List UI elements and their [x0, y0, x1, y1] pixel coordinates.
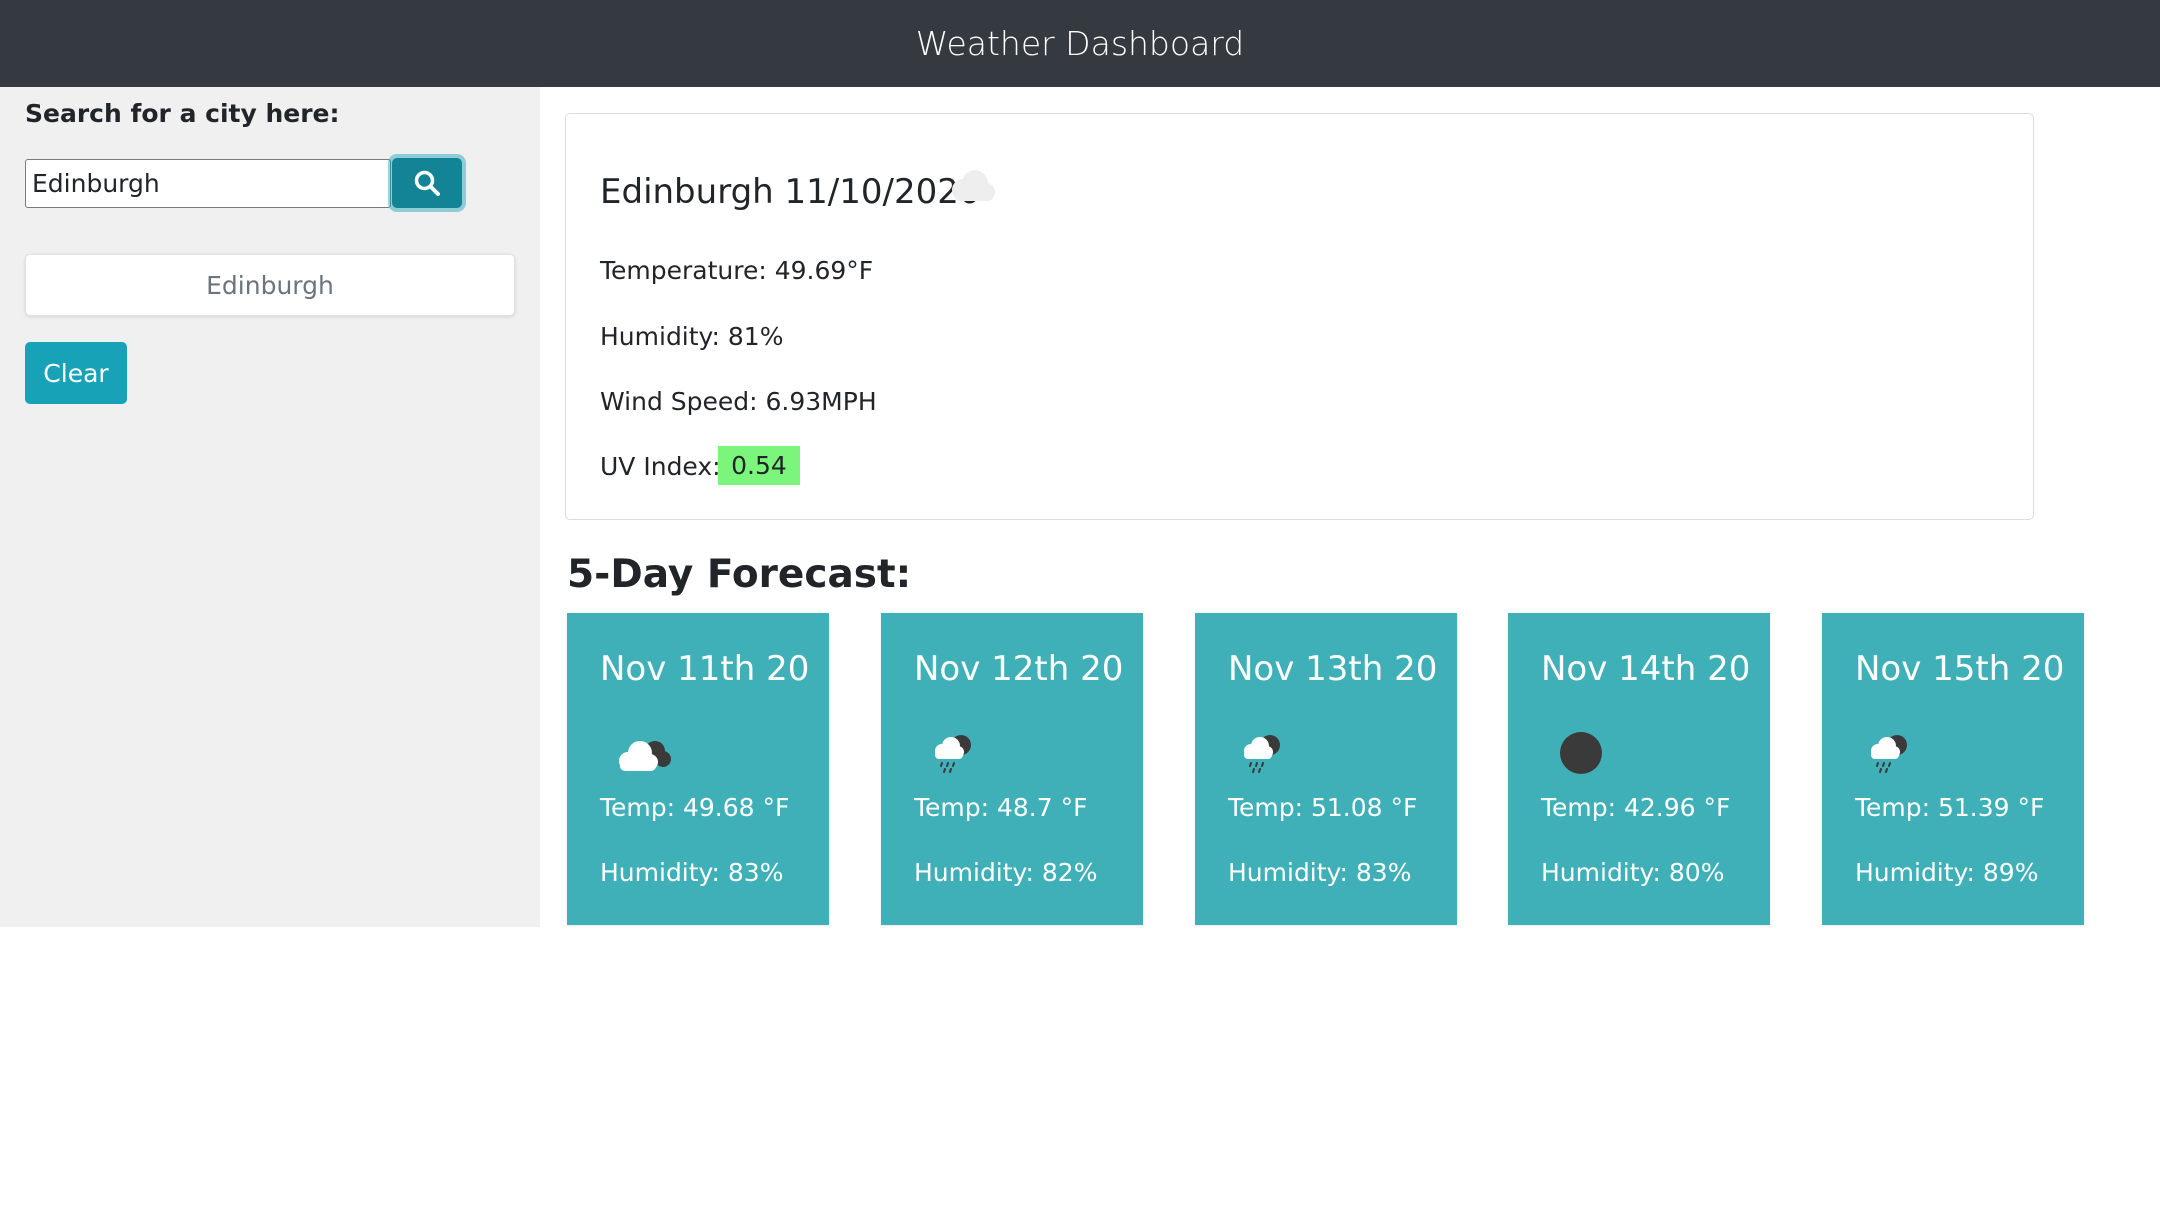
clear-night-icon: [1560, 732, 1602, 774]
search-button[interactable]: [392, 158, 462, 208]
forecast-temp: Temp: 49.68 °F: [600, 793, 790, 822]
search-icon: [414, 170, 440, 196]
navbar: Weather Dashboard: [0, 0, 2160, 87]
current-temperature: Temperature: 49.69°F: [600, 256, 874, 285]
forecast-temp: Temp: 51.39 °F: [1855, 793, 2045, 822]
clear-button[interactable]: Clear: [25, 342, 127, 404]
forecast-humidity: Humidity: 83%: [1228, 858, 1412, 887]
forecast-temp: Temp: 51.08 °F: [1228, 793, 1418, 822]
forecast-temp: Temp: 48.7 °F: [914, 793, 1088, 822]
forecast-card-day-2: Nov 12th 20 Temp: 48.7 °F Humidity: 82%: [881, 613, 1143, 925]
current-humidity: Humidity: 81%: [600, 322, 784, 351]
broken-clouds-icon: [619, 741, 671, 771]
current-weather-card: Edinburgh 11/10/2020 Temperature: 49.69°…: [565, 113, 2034, 520]
forecast-humidity: Humidity: 80%: [1541, 858, 1725, 887]
forecast-humidity: Humidity: 83%: [600, 858, 784, 887]
forecast-date: Nov 14th 20: [1541, 649, 1751, 689]
rain-icon: [1871, 735, 1907, 773]
uv-index-label: UV Index:: [600, 452, 721, 481]
current-city-date: Edinburgh 11/10/2020: [600, 172, 981, 212]
forecast-card-day-5: Nov 15th 20 Temp: 51.39 °F Humidity: 89%: [1822, 613, 2084, 925]
forecast-date: Nov 13th 20: [1228, 649, 1438, 689]
search-label: Search for a city here:: [25, 99, 340, 128]
uv-index-badge: 0.54: [718, 446, 800, 485]
current-wind-speed: Wind Speed: 6.93MPH: [600, 387, 877, 416]
app-title: Weather Dashboard: [915, 24, 1245, 63]
sidebar: Search for a city here: Edinburgh Clear: [0, 87, 540, 927]
rain-icon: [935, 735, 971, 773]
forecast-date: Nov 12th 20: [914, 649, 1124, 689]
forecast-humidity: Humidity: 89%: [1855, 858, 2039, 887]
forecast-heading: 5-Day Forecast:: [567, 552, 912, 597]
history-item-edinburgh[interactable]: Edinburgh: [25, 254, 515, 316]
forecast-humidity: Humidity: 82%: [914, 858, 1098, 887]
search-input[interactable]: [25, 159, 391, 208]
cloud-icon: [952, 170, 995, 201]
forecast-card-day-4: Nov 14th 20 Temp: 42.96 °F Humidity: 80%: [1508, 613, 1770, 925]
forecast-card-day-3: Nov 13th 20 Temp: 51.08 °F Humidity: 83%: [1195, 613, 1457, 925]
forecast-date: Nov 15th 20: [1855, 649, 2065, 689]
forecast-temp: Temp: 42.96 °F: [1541, 793, 1731, 822]
forecast-date: Nov 11th 20: [600, 649, 810, 689]
forecast-card-day-1: Nov 11th 20 Temp: 49.68 °F Humidity: 83%: [567, 613, 829, 925]
rain-icon: [1244, 735, 1280, 773]
